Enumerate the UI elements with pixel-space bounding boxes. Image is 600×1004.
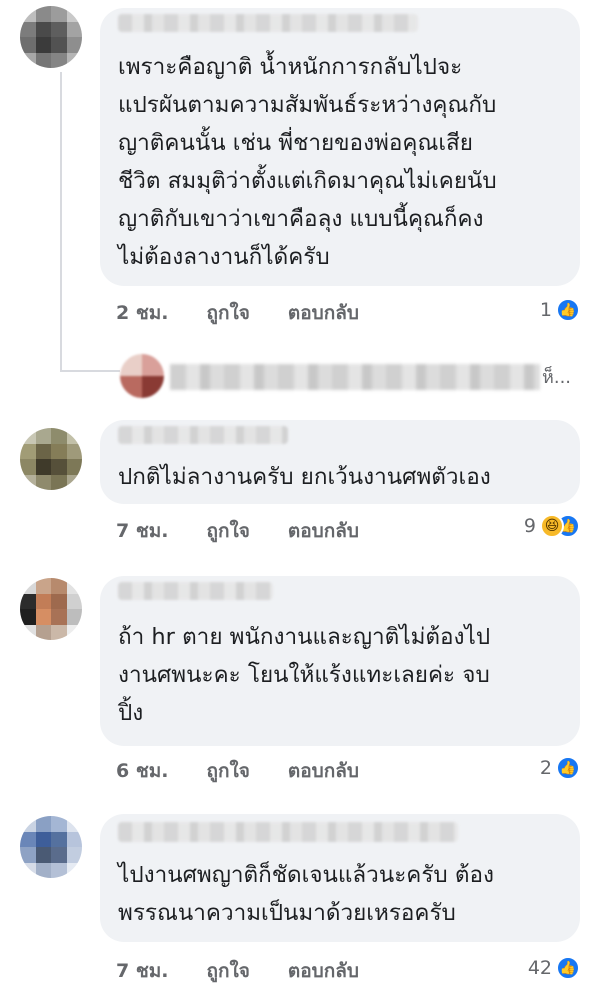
avatar[interactable] <box>120 354 164 398</box>
avatar[interactable] <box>20 816 82 878</box>
reply-snippet-tail: ห็... <box>542 367 572 388</box>
comment-bubble: ถ้า hr ตาย พนักงานและญาติไม่ต้องไป งานศพ… <box>100 576 580 746</box>
reaction-count: 2 <box>539 757 552 779</box>
timestamp[interactable]: 6 ชม. <box>116 756 168 786</box>
commenter-name[interactable] <box>118 14 418 32</box>
commenter-name[interactable] <box>118 426 288 444</box>
like-icon: 👍 <box>556 956 580 980</box>
reaction-summary[interactable]: 9 😆 👍 <box>524 514 580 538</box>
comment-bubble: เพราะคือญาติ น้ำหนักการกลับไปจะ แปรผันตา… <box>100 8 580 286</box>
reaction-summary[interactable]: 2 👍 <box>540 756 580 780</box>
comment-bubble: ปกติไม่ลางานครับ ยกเว้นงานศพตัวเอง <box>100 420 580 504</box>
timestamp[interactable]: 7 ชม. <box>116 956 168 986</box>
comment-bubble: ไปงานศพญาติก็ชัดเจนแล้วนะครับ ต้อง พรรณน… <box>100 814 580 942</box>
commenter-name[interactable] <box>118 822 458 842</box>
avatar[interactable] <box>20 6 82 68</box>
like-button[interactable]: ถูกใจ <box>206 516 249 546</box>
comments-page: เพราะคือญาติ น้ำหนักการกลับไปจะ แปรผันตา… <box>0 0 600 1004</box>
avatar[interactable] <box>20 578 82 640</box>
reply-snippet <box>170 364 540 390</box>
comment-text: ปกติไม่ลางานครับ ยกเว้นงานศพตัวเอง <box>118 464 491 490</box>
haha-icon: 😆 <box>540 514 564 538</box>
reaction-count: 1 <box>539 299 552 321</box>
reaction-count: 9 <box>523 515 536 537</box>
reply-button[interactable]: ตอบกลับ <box>288 516 359 546</box>
timestamp[interactable]: 7 ชม. <box>116 516 168 546</box>
comment-text: ไปงานศพญาติก็ชัดเจนแล้วนะครับ ต้อง พรรณน… <box>118 862 494 926</box>
like-button[interactable]: ถูกใจ <box>206 956 249 986</box>
like-button[interactable]: ถูกใจ <box>206 756 249 786</box>
comment-actions: 7 ชม. ถูกใจ ตอบกลับ <box>116 516 359 546</box>
reply-preview[interactable]: ห็... <box>120 346 580 406</box>
reply-button[interactable]: ตอบกลับ <box>288 298 359 328</box>
reply-button[interactable]: ตอบกลับ <box>288 956 359 986</box>
reply-button[interactable]: ตอบกลับ <box>288 756 359 786</box>
comment-actions: 7 ชม. ถูกใจ ตอบกลับ <box>116 956 359 986</box>
like-button[interactable]: ถูกใจ <box>206 298 249 328</box>
reaction-summary[interactable]: 1 👍 <box>540 298 580 322</box>
commenter-name[interactable] <box>118 582 273 600</box>
comment-actions: 6 ชม. ถูกใจ ตอบกลับ <box>116 756 359 786</box>
comment-actions: 2 ชม. ถูกใจ ตอบกลับ <box>116 298 359 328</box>
thread-connector <box>60 370 120 372</box>
thread-line <box>60 72 62 372</box>
like-icon: 👍 <box>556 756 580 780</box>
reaction-count: 42 <box>527 957 552 979</box>
like-icon: 👍 <box>556 298 580 322</box>
timestamp[interactable]: 2 ชม. <box>116 298 168 328</box>
comment-text: ถ้า hr ตาย พนักงานและญาติไม่ต้องไป งานศพ… <box>118 624 491 726</box>
reaction-summary[interactable]: 42 👍 <box>528 956 580 980</box>
avatar[interactable] <box>20 428 82 490</box>
comment-text: เพราะคือญาติ น้ำหนักการกลับไปจะ แปรผันตา… <box>118 54 497 270</box>
